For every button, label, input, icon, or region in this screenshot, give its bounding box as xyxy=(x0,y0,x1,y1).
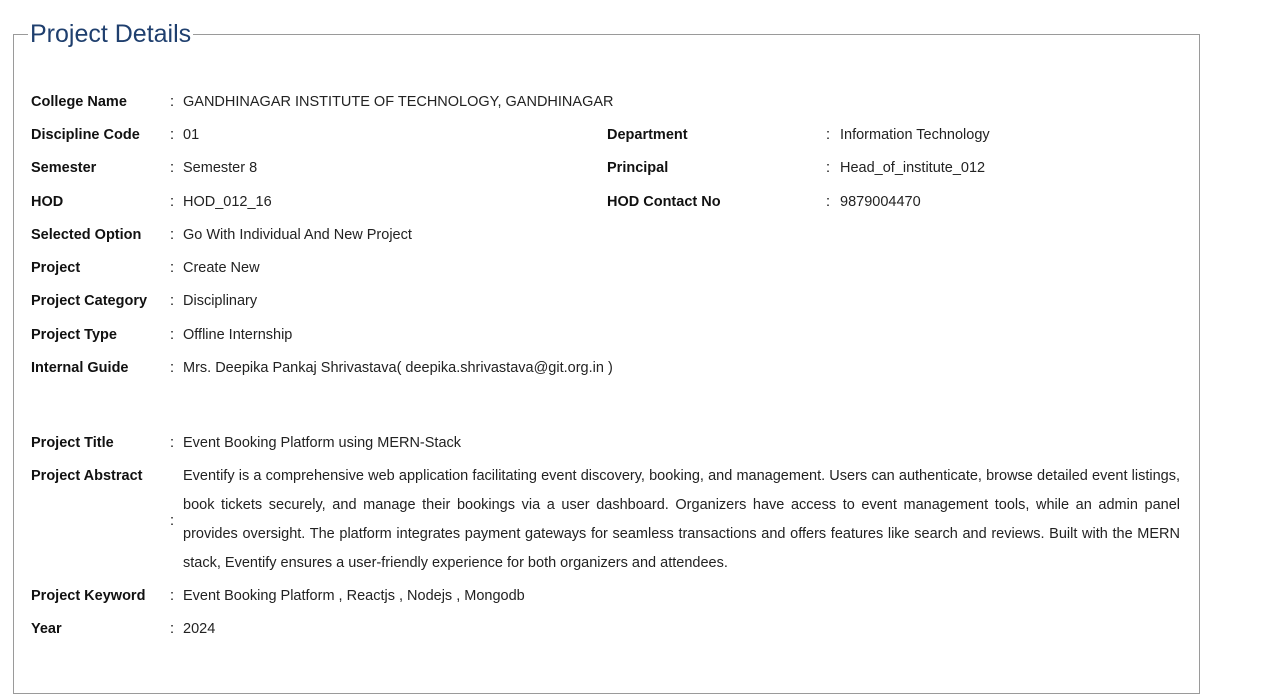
college-name-value: GANDHINAGAR INSTITUTE OF TECHNOLOGY, GAN… xyxy=(183,94,614,110)
hod-contact-label: HOD Contact No xyxy=(607,194,721,210)
hod-value: HOD_012_16 xyxy=(183,194,272,210)
semester-label: Semester xyxy=(31,160,97,176)
project-type-value: Offline Internship xyxy=(183,327,293,343)
department-separator: : xyxy=(826,127,831,143)
project-abstract-label: Project Abstract xyxy=(31,468,143,484)
project-value: Create New xyxy=(183,260,260,276)
college-name-separator: : xyxy=(170,94,175,110)
internal-guide-value: Mrs. Deepika Pankaj Shrivastava( deepika… xyxy=(183,360,613,376)
selected-option-separator: : xyxy=(170,227,175,243)
hod-separator: : xyxy=(170,194,175,210)
principal-separator: : xyxy=(826,160,831,176)
semester-separator: : xyxy=(170,160,175,176)
principal-label: Principal xyxy=(607,160,669,176)
project-category-label: Project Category xyxy=(31,293,148,309)
principal-value: Head_of_institute_012 xyxy=(840,160,986,176)
hod-contact-value: 9879004470 xyxy=(840,194,921,210)
discipline-code-separator: : xyxy=(170,127,175,143)
project-keyword-label: Project Keyword xyxy=(31,588,146,604)
year-label: Year xyxy=(31,621,62,637)
project-title-label: Project Title xyxy=(31,435,114,451)
semester-value: Semester 8 xyxy=(183,160,258,176)
project-abstract-value: Eventify is a comprehensive web applicat… xyxy=(183,468,1180,571)
department-value: Information Technology xyxy=(840,127,990,143)
project-type-label: Project Type xyxy=(31,327,117,343)
project-keyword-separator: : xyxy=(170,588,175,604)
hod-contact-separator: : xyxy=(826,194,831,210)
project-title-separator: : xyxy=(170,435,175,451)
internal-guide-separator: : xyxy=(170,360,175,376)
project-category-separator: : xyxy=(170,293,175,309)
project-keyword-value: Event Booking Platform , Reactjs , Nodej… xyxy=(183,588,525,604)
project-category-value: Disciplinary xyxy=(183,293,258,309)
selected-option-label: Selected Option xyxy=(31,227,142,243)
selected-option-value: Go With Individual And New Project xyxy=(183,227,412,243)
discipline-code-label: Discipline Code xyxy=(31,127,140,143)
project-type-separator: : xyxy=(170,327,175,343)
project-title-value: Event Booking Platform using MERN-Stack xyxy=(183,435,462,451)
year-separator: : xyxy=(170,621,175,637)
hod-label: HOD xyxy=(31,194,64,210)
project-separator: : xyxy=(170,260,175,276)
year-value: 2024 xyxy=(183,621,216,637)
project-abstract-separator: : xyxy=(170,513,175,529)
internal-guide-label: Internal Guide xyxy=(31,360,129,376)
discipline-code-value: 01 xyxy=(183,127,200,143)
college-name-label: College Name xyxy=(31,94,127,110)
section-title: Project Details xyxy=(28,19,194,49)
department-label: Department xyxy=(607,127,688,143)
project-label: Project xyxy=(31,260,81,276)
